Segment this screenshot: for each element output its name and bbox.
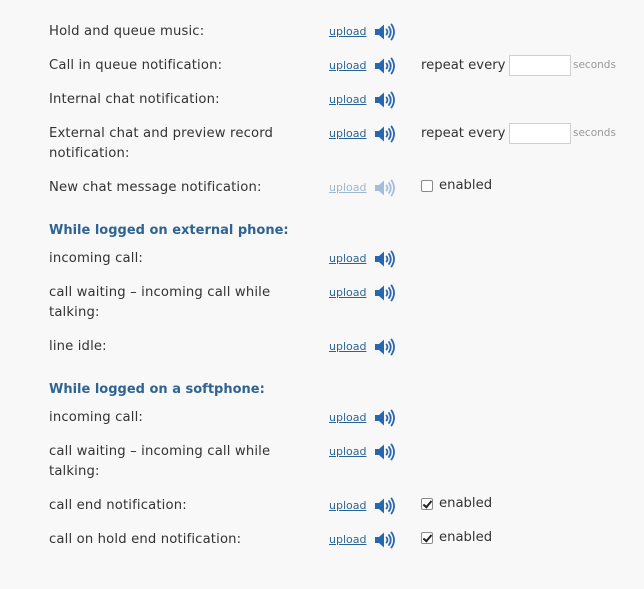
soft-call-on-hold-end-label: call on hold end notification: bbox=[49, 532, 242, 547]
external-chat-label: External chat and preview record notific… bbox=[49, 126, 274, 161]
external-chat-repeat-label: repeat every bbox=[421, 126, 506, 141]
new-chat-message-label: New chat message notification: bbox=[49, 180, 262, 195]
call-in-queue-speaker-icon[interactable] bbox=[374, 56, 397, 76]
soft-call-end-speaker-icon[interactable] bbox=[374, 496, 397, 516]
ext-incoming-call-label: incoming call: bbox=[49, 251, 143, 266]
soft-call-waiting-upload-link[interactable]: upload bbox=[329, 443, 366, 461]
ext-incoming-call-speaker-icon[interactable] bbox=[374, 249, 397, 269]
ext-incoming-call-upload-link[interactable]: upload bbox=[329, 250, 366, 268]
hold-queue-music-speaker-icon[interactable] bbox=[374, 22, 397, 42]
internal-chat-label: Internal chat notification: bbox=[49, 92, 220, 107]
soft-call-end-upload-link[interactable]: upload bbox=[329, 497, 366, 515]
soft-call-end-label: call end notification: bbox=[49, 498, 187, 513]
soft-call-waiting-speaker-icon[interactable] bbox=[374, 442, 397, 462]
ext-line-idle-speaker-icon[interactable] bbox=[374, 337, 397, 357]
soft-call-end-enabled-label: enabled bbox=[439, 496, 493, 511]
internal-chat-speaker-icon[interactable] bbox=[374, 90, 397, 110]
soft-call-waiting-label: call waiting – incoming call while talki… bbox=[49, 444, 271, 479]
external-phone-section-heading: While logged on external phone: bbox=[49, 223, 289, 238]
soft-call-on-hold-end-upload-link[interactable]: upload bbox=[329, 531, 366, 549]
call-in-queue-seconds-label: seconds bbox=[573, 59, 616, 71]
internal-chat-upload-link[interactable]: upload bbox=[329, 91, 366, 109]
soft-call-on-hold-end-enabled-checkbox[interactable] bbox=[421, 532, 433, 544]
new-chat-message-speaker-icon bbox=[374, 178, 397, 198]
soft-call-on-hold-end-enabled-label: enabled bbox=[439, 530, 493, 545]
soft-incoming-call-label: incoming call: bbox=[49, 410, 143, 425]
ext-line-idle-label: line idle: bbox=[49, 339, 107, 354]
new-chat-message-enabled-toggle[interactable]: enabled bbox=[421, 177, 492, 195]
external-chat-upload-link[interactable]: upload bbox=[329, 125, 366, 143]
ext-call-waiting-upload-link[interactable]: upload bbox=[329, 284, 366, 302]
soft-call-end-enabled-toggle[interactable]: enabled bbox=[421, 495, 492, 513]
call-in-queue-upload-link[interactable]: upload bbox=[329, 57, 366, 75]
new-chat-message-upload-link: upload bbox=[329, 181, 367, 194]
ext-line-idle-upload-link[interactable]: upload bbox=[329, 338, 366, 356]
soft-call-end-enabled-checkbox[interactable] bbox=[421, 498, 433, 510]
soft-incoming-call-upload-link[interactable]: upload bbox=[329, 409, 366, 427]
call-in-queue-repeat-input[interactable] bbox=[509, 55, 571, 76]
hold-queue-music-upload-link[interactable]: upload bbox=[329, 23, 366, 41]
hold-queue-music-label: Hold and queue music: bbox=[49, 24, 205, 39]
external-chat-speaker-icon[interactable] bbox=[374, 124, 397, 144]
external-chat-repeat-input[interactable] bbox=[509, 123, 571, 144]
call-in-queue-label: Call in queue notification: bbox=[49, 58, 223, 73]
new-chat-message-enabled-checkbox[interactable] bbox=[421, 180, 433, 192]
soft-call-on-hold-end-enabled-toggle[interactable]: enabled bbox=[421, 529, 492, 547]
external-chat-seconds-label: seconds bbox=[573, 127, 616, 139]
ext-call-waiting-speaker-icon[interactable] bbox=[374, 283, 397, 303]
call-in-queue-repeat-label: repeat every bbox=[421, 58, 506, 73]
soft-incoming-call-speaker-icon[interactable] bbox=[374, 408, 397, 428]
softphone-section-heading: While logged on a softphone: bbox=[49, 382, 265, 397]
soft-call-on-hold-end-speaker-icon[interactable] bbox=[374, 530, 397, 550]
ext-call-waiting-label: call waiting – incoming call while talki… bbox=[49, 285, 271, 320]
new-chat-message-enabled-label: enabled bbox=[439, 178, 493, 193]
